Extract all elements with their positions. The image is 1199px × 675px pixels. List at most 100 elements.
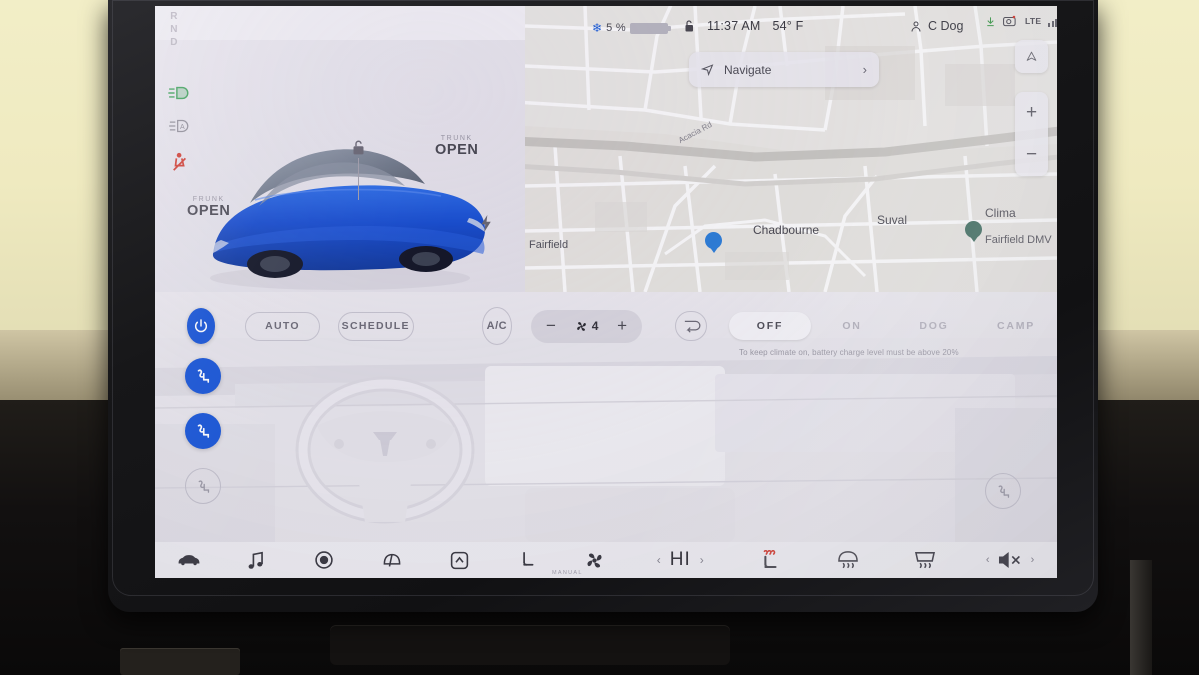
volume-increase-button[interactable]: › [1031, 554, 1035, 566]
left-seat-heaters[interactable] [185, 358, 221, 523]
map-label: Clima [985, 206, 1016, 220]
temp-value: HI [669, 549, 691, 570]
status-right-group: LTE PASSENGER AIRBAG [985, 14, 1057, 28]
gear-selector: P R N D [155, 6, 370, 49]
navigate-label: Navigate [724, 62, 772, 77]
bottom-app-bar[interactable]: ‹ HI › ‹ › MANUAL [155, 542, 1057, 578]
schedule-button[interactable]: SCHEDULE [337, 311, 414, 341]
trunk-open-icon[interactable] [426, 550, 494, 571]
dashcam-icon[interactable] [1003, 15, 1018, 27]
svg-text:A: A [180, 124, 185, 131]
status-bar: P R N D ❄ 5 % 11:37 AM 5 [155, 6, 1057, 48]
temp-decrease-button[interactable]: ‹ [657, 553, 661, 567]
car-icon[interactable] [155, 553, 223, 567]
climate-panel[interactable]: AUTO SCHEDULE A/C − 4 + OFF ON DOG CAMP … [155, 292, 1057, 542]
map-pin[interactable] [965, 221, 982, 244]
climate-controls-row[interactable]: AUTO SCHEDULE A/C − 4 + OFF ON DOG CAMP [155, 300, 1057, 352]
charge-bolt-icon [481, 215, 492, 232]
fan-increase-button[interactable]: + [617, 316, 627, 336]
rear-left-seat-heater[interactable] [185, 468, 221, 504]
volume-control[interactable]: ‹ › [963, 552, 1057, 568]
climate-power-button[interactable] [187, 308, 216, 344]
driver-name: C Dog [928, 19, 964, 33]
mode-camp[interactable]: CAMP [975, 312, 1057, 340]
navigation-arrow-icon [701, 63, 714, 76]
clock: 11:37 AM [707, 19, 761, 33]
rear-right-seat-heater[interactable] [985, 473, 1021, 509]
climate-mode-switcher[interactable]: OFF ON DOG CAMP [729, 312, 1057, 340]
heated-seat-icon[interactable] [732, 549, 809, 571]
map-zoom-controls[interactable]: + − [1015, 92, 1048, 176]
north-up-icon [1015, 40, 1048, 73]
trunk-caption: TRUNK [440, 135, 473, 142]
fan-speed-display: 4 [575, 319, 599, 333]
frunk-status[interactable]: FRUNK OPEN [187, 196, 231, 219]
volume-muted-icon[interactable] [998, 552, 1023, 568]
mode-on[interactable]: ON [811, 312, 893, 340]
mode-off[interactable]: OFF [729, 312, 811, 340]
right-seat-heaters[interactable] [985, 473, 1021, 509]
auto-button[interactable]: AUTO [245, 311, 320, 341]
fan-decrease-button[interactable]: − [546, 316, 556, 336]
fan-icon [575, 320, 588, 333]
dashboard-badge [120, 648, 240, 675]
battery-bar [629, 22, 671, 34]
lock-indicator[interactable] [351, 139, 366, 200]
mode-dog[interactable]: DOG [893, 312, 975, 340]
recirculate-button[interactable] [675, 311, 707, 341]
fan-speed-value: 4 [591, 319, 599, 333]
trunk-state: OPEN [435, 142, 479, 158]
map-label: Fairfield DMV [985, 234, 1052, 246]
wiper-icon[interactable] [358, 552, 426, 569]
tesla-touchscreen[interactable]: Navigate › + − Solano Surf Soccer Club I… [155, 6, 1057, 578]
door-pillar [1130, 560, 1152, 675]
gear-d: D [170, 37, 178, 48]
outside-temperature: 54° F [772, 19, 804, 33]
compass-button[interactable] [1015, 40, 1048, 73]
map-label: Suval [877, 213, 908, 227]
status-center-group: 11:37 AM 54° F [683, 19, 804, 33]
passenger-seat-heater[interactable] [185, 413, 221, 449]
map-pin[interactable] [705, 232, 722, 255]
navigate-search-bar[interactable]: Navigate › [689, 52, 879, 87]
seatbelt-warning-icon [160, 152, 200, 172]
seat-icon[interactable] [493, 551, 561, 570]
software-download-icon[interactable] [985, 15, 996, 28]
driver-profile[interactable]: C Dog [910, 19, 963, 33]
unlocked-padlock-icon[interactable] [683, 19, 695, 33]
fan-speed-control[interactable]: − 4 + [531, 309, 643, 343]
battery-indicator[interactable]: ❄ 5 % [592, 21, 671, 35]
frunk-caption: FRUNK [192, 196, 225, 203]
map-label: Chadbourne [753, 223, 820, 237]
center-vent [330, 625, 730, 665]
frunk-state: OPEN [187, 203, 231, 219]
chevron-right-icon: › [862, 62, 867, 77]
driver-seat-heater[interactable] [185, 358, 221, 394]
rear-defroster-icon[interactable] [886, 551, 963, 570]
front-defroster-icon[interactable] [809, 550, 886, 570]
snowflake-icon: ❄ [592, 21, 603, 35]
gear-r: R [170, 11, 178, 22]
zoom-out-button[interactable]: − [1015, 134, 1048, 176]
headlight-on-icon [160, 86, 200, 100]
dashboard-photo: Navigate › + − Solano Surf Soccer Club I… [0, 0, 1199, 675]
auto-headlight-icon: A [160, 119, 200, 133]
signal-strength-icon [1048, 16, 1057, 27]
controls-dial-icon[interactable] [290, 550, 358, 570]
vehicle-indicator-column: A [160, 86, 200, 191]
music-note-icon[interactable] [223, 551, 291, 570]
volume-decrease-button[interactable]: ‹ [986, 554, 990, 566]
temp-increase-button[interactable]: › [700, 553, 704, 567]
ac-button[interactable]: A/C [481, 307, 513, 345]
fan-icon[interactable] [561, 550, 629, 571]
vehicle-visualization[interactable]: FRUNK OPEN TRUNK OPEN [155, 40, 525, 292]
zoom-in-button[interactable]: + [1015, 92, 1048, 134]
map-pane[interactable]: Navigate › + − Solano Surf Soccer Club I… [525, 6, 1057, 292]
map-label: Fairfield [529, 239, 569, 251]
trunk-status[interactable]: TRUNK OPEN [435, 135, 479, 158]
person-icon [910, 20, 922, 33]
manual-label: MANUAL [552, 570, 583, 576]
gear-n: N [170, 24, 178, 35]
temperature-stepper[interactable]: ‹ HI › [629, 549, 732, 571]
network-type: LTE [1025, 16, 1042, 26]
